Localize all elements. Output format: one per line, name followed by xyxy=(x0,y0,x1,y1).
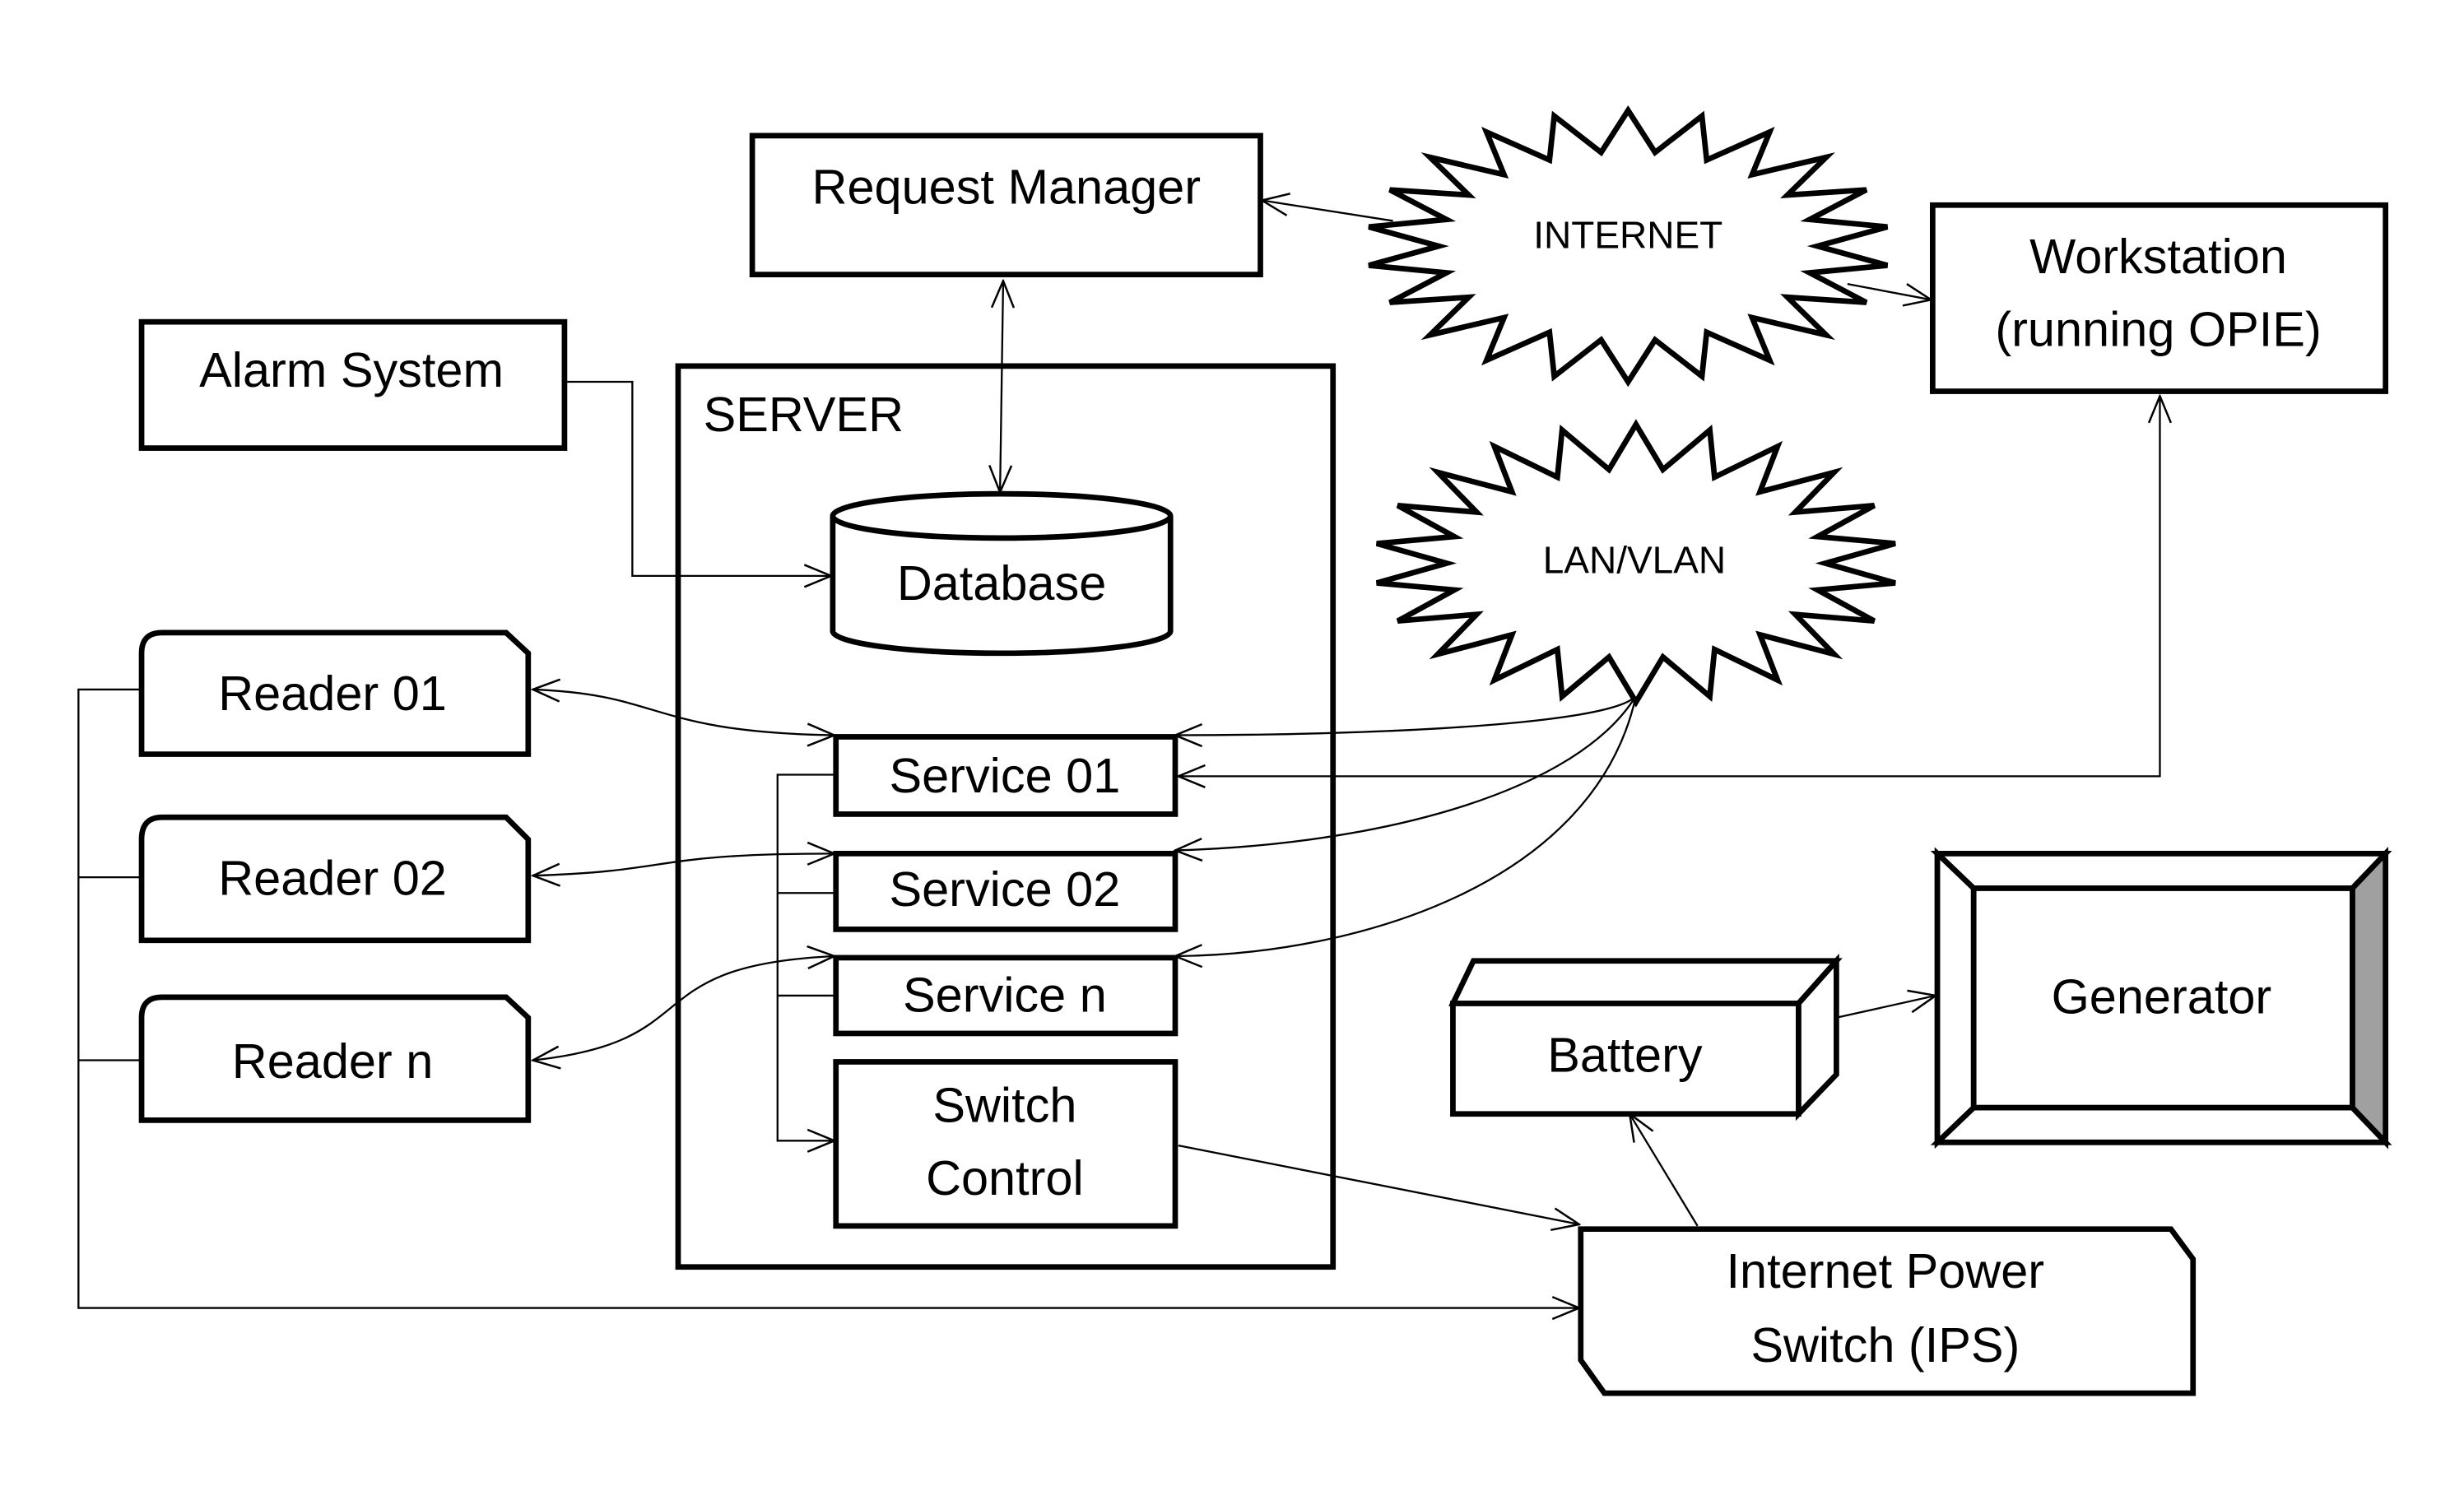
node-lan-vlan[interactable]: LAN/VLAN xyxy=(1375,419,1896,708)
node-service-01[interactable]: Service 01 xyxy=(833,734,1179,817)
node-request-manager[interactable]: Request Manager xyxy=(749,132,1263,277)
connector-switch-control-ips xyxy=(1178,1144,1579,1224)
workstation-label-line2: (running OPIE) xyxy=(1995,301,2321,356)
reader-n-label: Reader n xyxy=(232,1033,434,1089)
connector-readern-servicen xyxy=(533,956,835,1061)
node-generator[interactable]: Generator xyxy=(1930,846,2392,1150)
service-01-label: Service 01 xyxy=(889,748,1120,803)
lan-vlan-label: LAN/VLAN xyxy=(1543,539,1726,582)
connector-request-manager-database xyxy=(1000,281,1003,492)
service-n-label: Service n xyxy=(903,967,1107,1022)
node-reader-n[interactable]: Reader n xyxy=(138,994,532,1123)
battery-label: Battery xyxy=(1547,1027,1703,1082)
reader-02-label: Reader 02 xyxy=(218,851,447,906)
node-reader-02[interactable]: Reader 02 xyxy=(138,814,532,944)
server-label: SERVER xyxy=(704,387,904,442)
node-service-n[interactable]: Service n xyxy=(833,955,1179,1037)
reader-01-label: Reader 01 xyxy=(218,666,447,721)
alarm-system-label: Alarm System xyxy=(199,342,504,397)
connector-lan-service01 xyxy=(1175,694,1637,736)
switch-control-label-line1: Switch xyxy=(932,1078,1076,1133)
database-label: Database xyxy=(897,555,1106,611)
internet-label: INTERNET xyxy=(1533,214,1722,257)
system-architecture-diagram: Request Manager INTERNET Workstation (ru… xyxy=(77,105,2392,1396)
node-reader-01[interactable]: Reader 01 xyxy=(138,629,532,757)
node-database[interactable]: Database xyxy=(830,490,1174,657)
node-battery[interactable]: Battery xyxy=(1448,953,1843,1122)
connector-reader02-service02 xyxy=(533,853,835,876)
ips-label-line1: Internet Power xyxy=(1727,1243,2045,1298)
workstation-label-line1: Workstation xyxy=(2029,229,2287,284)
node-switch-control[interactable]: Switch Control xyxy=(833,1059,1179,1229)
generator-label: Generator xyxy=(2052,968,2272,1024)
node-ips[interactable]: Internet Power Switch (IPS) xyxy=(1578,1226,2197,1396)
switch-control-label-line2: Control xyxy=(926,1150,1084,1205)
service-02-label: Service 02 xyxy=(889,862,1120,917)
connector-request-manager-internet xyxy=(1262,201,1393,222)
request-manager-label: Request Manager xyxy=(812,160,1201,215)
connector-battery-generator xyxy=(1836,996,1936,1019)
node-internet[interactable]: INTERNET xyxy=(1368,105,1889,388)
connector-ips-battery xyxy=(1629,1114,1699,1227)
node-alarm-system[interactable]: Alarm System xyxy=(138,318,568,451)
connector-lan-service02 xyxy=(1175,694,1637,851)
node-service-02[interactable]: Service 02 xyxy=(833,850,1179,932)
ips-label-line2: Switch (IPS) xyxy=(1750,1317,2020,1373)
connector-reader01-service01 xyxy=(533,690,835,736)
node-workstation[interactable]: Workstation (running OPIE) xyxy=(1929,202,2389,394)
